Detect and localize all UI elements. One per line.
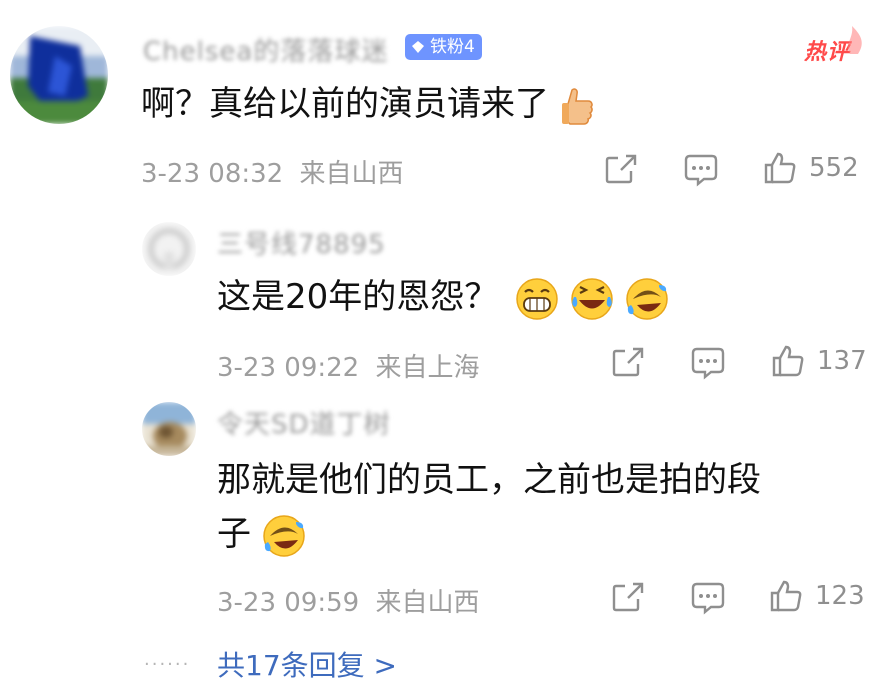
- rofl-emoji-icon: [625, 277, 668, 320]
- comment-location: 来自山西: [299, 159, 404, 189]
- share-icon: [605, 154, 637, 184]
- reply-text: 这是20年的恩怨？: [217, 277, 499, 317]
- grin-emoji-icon: [516, 277, 558, 320]
- reply-share-button[interactable]: [611, 581, 645, 617]
- reply-username[interactable]: 令天SD道丁树: [217, 404, 391, 441]
- comment-time: 3-23 08:32: [141, 159, 284, 189]
- reply-comment-button[interactable]: [690, 346, 726, 384]
- reply-button[interactable]: [683, 153, 719, 191]
- comment-icon: [691, 582, 725, 615]
- reply-comment-button[interactable]: [690, 581, 726, 619]
- reply-username[interactable]: 三号线78895: [217, 224, 386, 261]
- thumbs-up-emoji-icon: [561, 87, 593, 125]
- comment-icon: [684, 154, 718, 187]
- reply-like-count: 123: [815, 581, 865, 611]
- reply-meta: 3-23 09:59 来自山西: [217, 582, 479, 619]
- rofl-emoji-icon: [263, 514, 305, 557]
- reply-meta: 3-23 09:22 来自上海: [217, 347, 479, 384]
- fan-badge: 铁粉4: [405, 34, 482, 60]
- reply-text-row: 这是20年的恩怨？: [217, 269, 669, 325]
- like-icon: [764, 152, 796, 184]
- avatar[interactable]: [10, 26, 108, 124]
- reply-avatar[interactable]: [142, 402, 196, 456]
- like-button[interactable]: 552: [763, 151, 859, 185]
- like-icon: [772, 345, 804, 377]
- reply-text-line1: 那就是他们的员工，之前也是拍的段: [217, 460, 761, 500]
- reply-text-line2: 子: [217, 514, 251, 554]
- share-icon: [612, 582, 644, 612]
- laugh-cry-emoji-icon: [571, 277, 613, 320]
- username[interactable]: Chelsea的落落球迷: [143, 31, 388, 68]
- comment-text: 啊？真给以前的演员请来了: [141, 84, 549, 124]
- comment-text-row: 啊？真给以前的演员请来了: [141, 76, 594, 132]
- comment-icon: [691, 347, 725, 380]
- share-icon: [612, 347, 644, 377]
- reply-like-button[interactable]: 137: [771, 344, 867, 378]
- comment-meta: 3-23 08:32 来自山西: [141, 153, 403, 190]
- reply-avatar[interactable]: [142, 222, 196, 276]
- hot-comment-label: 热评: [804, 26, 862, 66]
- diamond-icon: [412, 41, 424, 53]
- share-button[interactable]: [604, 153, 638, 189]
- reply-time: 3-23 09:22: [217, 353, 360, 383]
- flame-icon: [848, 26, 862, 54]
- reply-time: 3-23 09:59: [217, 588, 360, 618]
- reply-text-row2: 子: [217, 506, 306, 562]
- reply-share-button[interactable]: [611, 346, 645, 382]
- like-count: 552: [809, 153, 859, 183]
- reply-location: 来自山西: [375, 588, 480, 618]
- reply-like-count: 137: [817, 346, 867, 376]
- more-replies-dots: ······: [144, 654, 191, 675]
- reply-location: 来自上海: [375, 353, 480, 383]
- like-icon: [770, 580, 802, 612]
- badge-label: 铁粉4: [430, 37, 475, 57]
- more-replies-link[interactable]: 共17条回复 >: [217, 644, 397, 684]
- reply-like-button[interactable]: 123: [769, 579, 865, 613]
